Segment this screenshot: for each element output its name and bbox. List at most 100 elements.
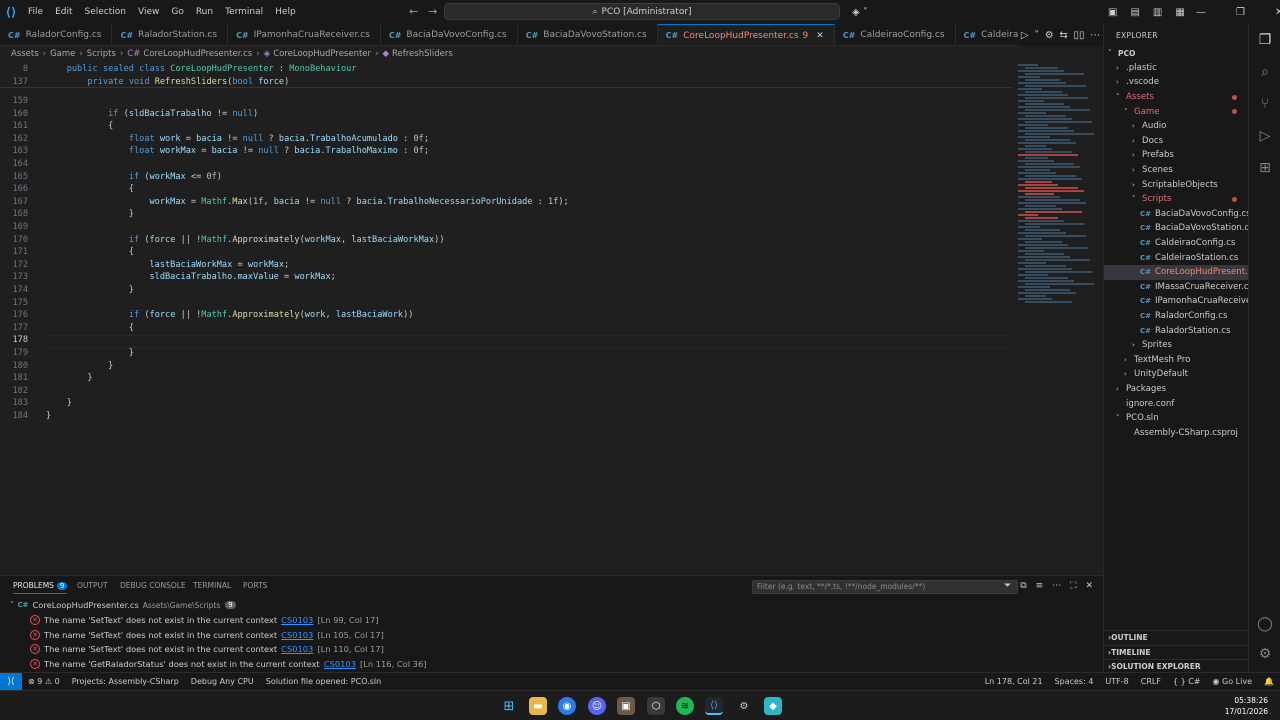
- search-view-icon[interactable]: ⌕: [1249, 58, 1280, 86]
- tree-item-baciadavovostation-cs[interactable]: C# BaciaDaVovoStation.cs: [1104, 221, 1254, 236]
- collapse-all-icon[interactable]: ⧉: [1020, 581, 1026, 591]
- tab-baciadavovostation-cs[interactable]: C# BaciaDaVovoStation.cs: [517, 24, 658, 45]
- panel-tab-output[interactable]: OUTPUT: [77, 581, 108, 590]
- toggle-primary-sidebar-icon[interactable]: ▣: [1108, 7, 1117, 18]
- minimap[interactable]: [1012, 62, 1103, 573]
- problem-row[interactable]: ✕ The name 'GetRaladorStatus' does not ex…: [30, 657, 426, 672]
- tree-item-coreloophudpresent-[interactable]: C#CoreLoopHudPresent...9: [1104, 265, 1263, 280]
- windows-start-icon[interactable]: ⊞: [500, 697, 518, 715]
- accounts-icon[interactable]: ◯: [1249, 610, 1280, 638]
- code-editor[interactable]: 8 public sealed class CoreLoopHudPresent…: [0, 62, 1103, 573]
- tree-item-caldeiraoconfig-cs[interactable]: C# CaldeiraoConfig.cs: [1104, 236, 1249, 251]
- breadcrumb-item[interactable]: RefreshSliders: [392, 49, 453, 59]
- encoding-status[interactable]: UTF-8: [1099, 677, 1134, 686]
- sticky-line[interactable]: 8 public sealed class CoreLoopHudPresent…: [0, 63, 1012, 76]
- problem-code-link[interactable]: CS0103: [281, 644, 313, 654]
- problem-code-link[interactable]: CS0103: [281, 615, 313, 625]
- tree-item-raladorstation-cs[interactable]: C# RaladorStation.cs: [1104, 323, 1249, 338]
- code-line[interactable]: 174 }: [0, 284, 1012, 297]
- tree-item-ipamonhacruareceiver-cs[interactable]: C# IPamonhaCruaReceiver.cs: [1104, 294, 1266, 309]
- menu-item-view[interactable]: View: [132, 7, 165, 17]
- breadcrumb-item[interactable]: CoreLoopHudPresenter: [273, 49, 371, 59]
- code-line[interactable]: 172 lastBaciaWorkMax = workMax;: [0, 259, 1012, 272]
- settings-gear-icon[interactable]: ⚙: [1045, 30, 1054, 41]
- tree-item-prefabs[interactable]: › Prefabs: [1104, 148, 1249, 163]
- code-line[interactable]: 161 {: [0, 120, 1012, 133]
- tree-item-sprites[interactable]: › Sprites: [1104, 338, 1249, 353]
- notifications-bell-icon[interactable]: 🔔: [1258, 677, 1280, 686]
- problem-row[interactable]: ✕ The name 'SetText' does not exist in th…: [30, 627, 384, 642]
- code-line[interactable]: 165 if (workMax <= 0f): [0, 171, 1012, 184]
- spotify-icon[interactable]: ≋: [676, 697, 694, 715]
- tab-raladorconfig-cs[interactable]: C# RaladorConfig.cs: [0, 24, 113, 45]
- settings-taskbar-icon[interactable]: ⚙: [735, 697, 753, 715]
- code-line[interactable]: 164: [0, 158, 1012, 171]
- code-line[interactable]: 182: [0, 385, 1012, 398]
- panel-tab-ports[interactable]: PORTS: [243, 581, 267, 590]
- code-line[interactable]: 176 if (force || !Mathf.Approximately(wo…: [0, 309, 1012, 322]
- app-icon[interactable]: ▣: [617, 697, 635, 715]
- chrome-icon[interactable]: ◉: [558, 697, 576, 715]
- tree-item-scenes[interactable]: › Scenes: [1104, 163, 1249, 178]
- problem-file-row[interactable]: ˅ C# CoreLoopHudPresenter.cs Assets\Game…: [10, 598, 236, 613]
- tree-item--plastic[interactable]: › .plastic: [1104, 61, 1249, 76]
- panel-tab-problems[interactable]: PROBLEMS 9: [13, 581, 68, 594]
- tree-item--vscode[interactable]: › .vscode: [1104, 75, 1249, 90]
- vscode-taskbar-icon[interactable]: ⟨⟩: [705, 697, 723, 715]
- language-status[interactable]: { } C#: [1167, 677, 1207, 686]
- tree-item-caldeiraostation-cs[interactable]: C# CaldeiraoStation.cs: [1104, 250, 1249, 265]
- close-panel-icon[interactable]: ✕: [1086, 581, 1094, 591]
- more-icon[interactable]: ⋯: [1052, 581, 1061, 591]
- problems-filter-input[interactable]: Filter (e.g. text, **/*.ts, !**/node_mod…: [752, 580, 1018, 594]
- code-line[interactable]: 168 }: [0, 208, 1012, 221]
- tree-item-baciadavovoconfig-cs[interactable]: C# BaciaDaVovoConfig.cs: [1104, 207, 1251, 222]
- customize-layout-icon[interactable]: ▦: [1175, 7, 1184, 18]
- cube-app-icon[interactable]: ◆: [764, 697, 782, 715]
- tree-item-unitydefault[interactable]: › UnityDefault: [1104, 367, 1249, 382]
- panel-tab-terminal[interactable]: TERMINAL: [193, 581, 231, 590]
- tree-item-docs[interactable]: › Docs: [1104, 134, 1249, 149]
- cursor-position-status[interactable]: Ln 178, Col 21: [979, 677, 1049, 686]
- debug-config-status[interactable]: Debug Any CPU: [185, 677, 260, 686]
- code-line[interactable]: 160 if (sldBaciaTrabalho != null): [0, 108, 1012, 121]
- tab-ipamonhacruareceiver-cs[interactable]: C# IPamonhaCruaReceiver.cs: [228, 24, 381, 45]
- tree-item-pco-sln[interactable]: ˅ PCO.sln: [1104, 411, 1249, 426]
- tree-item-assets[interactable]: ˅ Assets: [1104, 90, 1249, 105]
- breadcrumb-item[interactable]: CoreLoopHudPresenter.cs: [143, 49, 252, 59]
- close-window-icon[interactable]: ✕: [1275, 7, 1280, 18]
- manage-gear-icon[interactable]: ⚙: [1249, 640, 1280, 668]
- menu-item-terminal[interactable]: Terminal: [219, 7, 269, 17]
- back-arrow-icon[interactable]: ←: [409, 5, 418, 18]
- discord-icon[interactable]: ☺: [588, 697, 606, 715]
- toggle-panel-icon[interactable]: ▤: [1130, 7, 1139, 18]
- explorer-files-icon[interactable]: ❐: [1249, 26, 1280, 54]
- unity-icon[interactable]: ⬡: [647, 697, 665, 715]
- projects-status[interactable]: Projects: Assembly-CSharp: [66, 677, 185, 686]
- tab-baciadavovoconfig-cs[interactable]: C# BaciaDaVovoConfig.cs: [380, 24, 518, 45]
- code-line[interactable]: 170 if (force || !Mathf.Approximately(wo…: [0, 234, 1012, 247]
- split-editor-icon[interactable]: ▯▯: [1073, 30, 1084, 41]
- run-dropdown-icon[interactable]: ˅: [1034, 30, 1039, 41]
- problem-code-link[interactable]: CS0103: [281, 630, 313, 640]
- tree-item-ignore-conf[interactable]: ignore.conf: [1104, 396, 1249, 411]
- close-icon[interactable]: ✕: [816, 31, 824, 41]
- code-line[interactable]: 179 }: [0, 347, 1012, 360]
- code-line[interactable]: 177 {: [0, 322, 1012, 335]
- problems-status[interactable]: ⊗ 9 ⚠ 0: [22, 677, 66, 686]
- tab-coreloophudpresenter-cs[interactable]: C# CoreLoopHudPresenter.cs 9 ✕: [657, 24, 835, 45]
- menu-item-go[interactable]: Go: [165, 7, 189, 17]
- tab-raladorstation-cs[interactable]: C# RaladorStation.cs: [112, 24, 229, 45]
- maximize-panel-icon[interactable]: ⛶: [1070, 581, 1076, 591]
- copilot-icon[interactable]: ◈ ˅: [852, 0, 868, 24]
- menu-item-help[interactable]: Help: [269, 7, 302, 17]
- code-line[interactable]: 183 }: [0, 397, 1012, 410]
- remote-indicator-icon[interactable]: ⟩⟨: [0, 673, 22, 690]
- code-line[interactable]: 166 {: [0, 183, 1012, 196]
- system-clock[interactable]: 05:38:26 17/01/2026: [1225, 695, 1268, 717]
- code-line[interactable]: 184}: [0, 410, 1012, 423]
- tree-item-packages[interactable]: › Packages: [1104, 382, 1249, 397]
- maximize-icon[interactable]: ❐: [1236, 7, 1245, 18]
- panel-tab-debug-console[interactable]: DEBUG CONSOLE: [120, 581, 186, 590]
- code-line[interactable]: 167 workMax = Mathf.Max(1f, bacia != nul…: [0, 196, 1012, 209]
- menu-item-file[interactable]: File: [22, 7, 49, 17]
